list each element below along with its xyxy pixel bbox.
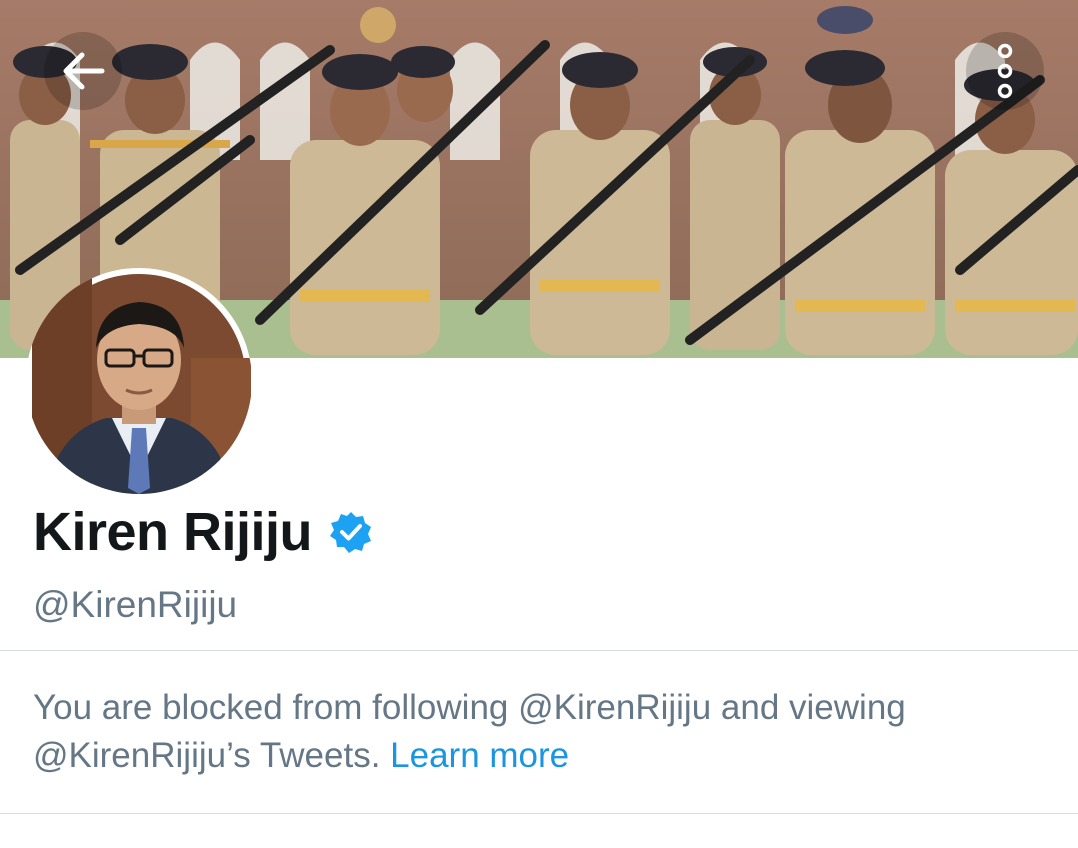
arrow-left-icon bbox=[63, 52, 105, 90]
blocked-notice: You are blocked from following @KirenRij… bbox=[33, 684, 1033, 780]
display-name: Kiren Rijiju bbox=[33, 502, 313, 562]
back-button[interactable] bbox=[44, 32, 122, 110]
profile-avatar[interactable] bbox=[26, 268, 252, 494]
avatar-image bbox=[32, 274, 251, 494]
verified-badge-icon bbox=[330, 512, 372, 553]
divider bbox=[0, 650, 1078, 651]
learn-more-link[interactable]: Learn more bbox=[390, 736, 569, 775]
more-vertical-icon bbox=[997, 43, 1013, 99]
more-options-button[interactable] bbox=[966, 32, 1044, 110]
profile-name-row: Kiren Rijiju bbox=[33, 500, 372, 564]
profile-handle: @KirenRijiju bbox=[33, 584, 238, 625]
divider bbox=[0, 813, 1078, 814]
